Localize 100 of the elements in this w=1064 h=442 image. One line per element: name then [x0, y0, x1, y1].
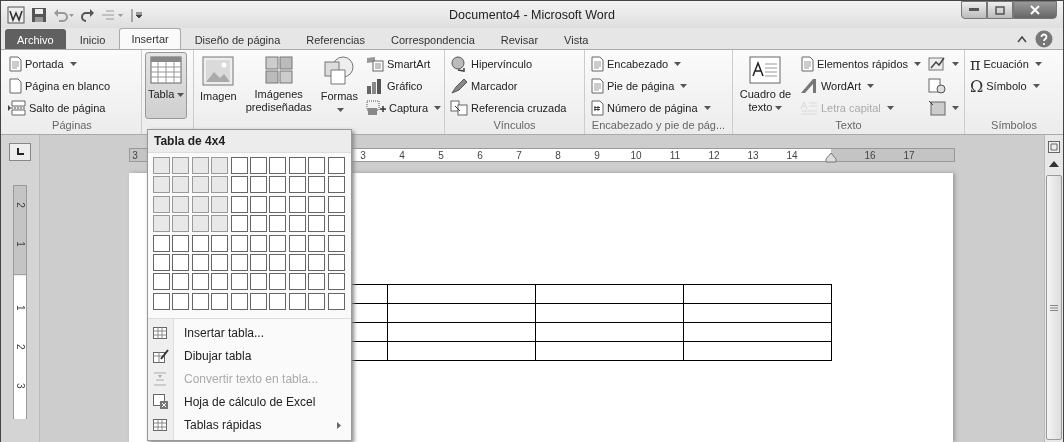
grid-cell[interactable]	[249, 195, 267, 213]
grid-cell[interactable]	[230, 195, 248, 213]
grid-cell[interactable]	[191, 273, 209, 291]
grid-cell[interactable]	[191, 157, 209, 174]
menu-item[interactable]: Tablas rápidas	[148, 413, 351, 437]
minimize-button[interactable]	[961, 1, 987, 19]
grid-cell[interactable]	[249, 273, 267, 291]
grid-cell[interactable]	[288, 176, 306, 194]
grid-cell[interactable]	[153, 253, 170, 271]
grid-cell[interactable]	[269, 157, 287, 174]
grid-cell[interactable]	[153, 215, 170, 233]
ribbon-large-button[interactable]: Tabla	[145, 52, 188, 119]
grid-cell[interactable]	[327, 157, 345, 174]
ribbon-tab[interactable]: Correspondencia	[379, 29, 487, 49]
grid-cell[interactable]	[230, 234, 248, 252]
grid-cell[interactable]	[269, 215, 287, 233]
grid-cell[interactable]	[211, 253, 229, 271]
grid-cell[interactable]	[308, 253, 326, 271]
grid-cell[interactable]	[230, 253, 248, 271]
grid-cell[interactable]	[230, 273, 248, 291]
grid-cell[interactable]	[153, 273, 170, 291]
grid-cell[interactable]	[172, 157, 190, 174]
grid-cell[interactable]	[269, 273, 287, 291]
ribbon-tab[interactable]: Revisar	[488, 29, 551, 49]
grid-cell[interactable]	[308, 234, 326, 252]
grid-cell[interactable]	[230, 157, 248, 174]
grid-cell[interactable]	[191, 195, 209, 213]
grid-cell[interactable]	[211, 157, 229, 174]
ribbon-large-button[interactable]: Imagen	[197, 52, 240, 120]
grid-cell[interactable]	[172, 273, 190, 291]
grid-cell[interactable]	[269, 253, 287, 271]
grid-cell[interactable]	[288, 215, 306, 233]
grid-cell[interactable]	[249, 215, 267, 233]
grid-cell[interactable]	[308, 292, 326, 310]
grid-cell[interactable]	[153, 157, 170, 174]
grid-cell[interactable]	[308, 273, 326, 291]
grid-cell[interactable]	[211, 273, 229, 291]
grid-cell[interactable]	[153, 176, 170, 194]
ribbon-button[interactable]: WordArt	[797, 76, 923, 96]
grid-cell[interactable]	[288, 234, 306, 252]
grid-cell[interactable]	[211, 176, 229, 194]
grid-cell[interactable]	[308, 157, 326, 174]
grid-cell[interactable]	[327, 176, 345, 194]
tab-stop-button[interactable]	[9, 143, 31, 161]
grid-cell[interactable]	[191, 253, 209, 271]
ribbon-button[interactable]: Pie de página	[588, 76, 713, 96]
ribbon-button[interactable]: Página en blanco	[6, 76, 112, 96]
grid-cell[interactable]	[269, 234, 287, 252]
grid-cell[interactable]	[249, 253, 267, 271]
grid-cell[interactable]	[308, 195, 326, 213]
ribbon-tab[interactable]: Insertar	[119, 28, 181, 49]
grid-cell[interactable]	[249, 292, 267, 310]
ribbon-button[interactable]: Portada	[6, 54, 112, 74]
grid-cell[interactable]	[211, 234, 229, 252]
ribbon-button[interactable]: Número de página	[588, 98, 713, 118]
indent-marker[interactable]	[825, 152, 837, 163]
ribbon-tab[interactable]: Vista	[552, 29, 601, 49]
grid-cell[interactable]	[327, 234, 345, 252]
close-button[interactable]	[1013, 1, 1057, 19]
menu-item[interactable]: Insertar tabla...	[148, 321, 351, 345]
grid-cell[interactable]	[211, 195, 229, 213]
grid-cell[interactable]	[191, 292, 209, 310]
grid-cell[interactable]	[327, 195, 345, 213]
grid-cell[interactable]	[230, 176, 248, 194]
grid-cell[interactable]	[172, 234, 190, 252]
grid-cell[interactable]	[230, 215, 248, 233]
ribbon-icon-button[interactable]	[926, 54, 961, 74]
ribbon-button[interactable]: Elementos rápidos	[797, 54, 923, 74]
ribbon-button[interactable]: Marcador	[448, 76, 569, 96]
grid-cell[interactable]	[172, 292, 190, 310]
ribbon-tab[interactable]: Archivo	[5, 29, 66, 49]
grid-cell[interactable]	[153, 234, 170, 252]
grid-cell[interactable]	[288, 195, 306, 213]
grid-cell[interactable]	[211, 215, 229, 233]
maximize-button[interactable]	[987, 1, 1013, 19]
grid-cell[interactable]	[327, 215, 345, 233]
grid-cell[interactable]	[288, 273, 306, 291]
ribbon-icon-button[interactable]	[926, 98, 961, 118]
ribbon-tab[interactable]: Inicio	[67, 29, 118, 49]
grid-cell[interactable]	[230, 292, 248, 310]
grid-cell[interactable]	[211, 292, 229, 310]
grid-cell[interactable]	[153, 292, 170, 310]
grid-cell[interactable]	[288, 157, 306, 174]
grid-cell[interactable]	[172, 253, 190, 271]
grid-cell[interactable]	[308, 176, 326, 194]
menu-item[interactable]: Hoja de cálculo de Excel	[148, 390, 351, 414]
grid-cell[interactable]	[172, 215, 190, 233]
grid-cell[interactable]	[153, 195, 170, 213]
grid-cell[interactable]	[249, 157, 267, 174]
ribbon-button[interactable]: Hipervínculo	[448, 54, 569, 74]
grid-cell[interactable]	[308, 215, 326, 233]
ribbon-tab[interactable]: Diseño de página	[182, 29, 293, 49]
ribbon-button[interactable]: Salto de página	[6, 98, 112, 118]
ribbon-large-button[interactable]: Imágenes prediseñadas	[242, 52, 315, 120]
ribbon-button[interactable]: Referencia cruzada	[448, 98, 569, 118]
grid-cell[interactable]	[191, 176, 209, 194]
grid-cell[interactable]	[191, 234, 209, 252]
grid-cell[interactable]	[327, 273, 345, 291]
ribbon-large-button[interactable]: Cuadro de texto	[736, 52, 795, 119]
ribbon-button[interactable]: Encabezado	[588, 54, 713, 74]
